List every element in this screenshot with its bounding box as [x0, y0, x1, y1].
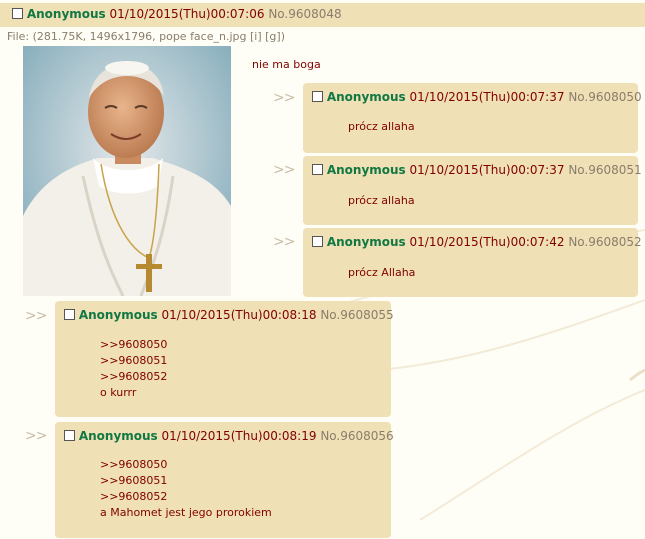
reply-arrow: >>	[273, 162, 295, 178]
op-image-thumbnail[interactable]	[23, 46, 231, 296]
reply-comment: >>9608050 >>9608051 >>9608052 o kurrr	[100, 337, 167, 401]
reply-poster-name: Anonymous	[326, 163, 406, 177]
reply-line: o kurrr	[100, 386, 137, 399]
reply-comment: prócz Allaha	[348, 265, 415, 281]
reply-poster-name: Anonymous	[326, 90, 406, 104]
reply-post-date: 01/10/2015(Thu)00:07:42	[409, 235, 565, 249]
quote-link[interactable]: >>9608052	[100, 489, 272, 505]
reply-comment: prócz allaha	[348, 119, 415, 135]
reply-line: prócz allaha	[348, 120, 415, 133]
reply-arrow: >>	[25, 308, 47, 324]
op-post-number[interactable]: No.9608048	[268, 7, 341, 21]
op-select-checkbox[interactable]	[12, 8, 23, 19]
op-comment: nie ma boga	[252, 58, 321, 71]
reply-header: Anonymous 01/10/2015(Thu)00:07:37 No.960…	[312, 90, 642, 104]
reply-line: prócz allaha	[348, 194, 415, 207]
reply-poster-name: Anonymous	[78, 429, 158, 443]
reply-select-checkbox[interactable]	[312, 236, 323, 247]
reply-arrow: >>	[25, 428, 47, 444]
file-link-g[interactable]: [g])	[265, 30, 285, 43]
reply-post: Anonymous 01/10/2015(Thu)00:07:42 No.960…	[303, 228, 642, 297]
reply-post: Anonymous 01/10/2015(Thu)00:07:37 No.960…	[303, 156, 642, 225]
reply-post-number[interactable]: No.9608050	[568, 90, 641, 104]
op-poster-name: Anonymous	[26, 7, 106, 21]
reply-arrow: >>	[273, 234, 295, 250]
quote-link[interactable]: >>9608051	[100, 353, 167, 369]
reply-post: Anonymous 01/10/2015(Thu)00:07:37 No.960…	[303, 83, 642, 153]
reply-select-checkbox[interactable]	[64, 309, 75, 320]
reply-comment: prócz allaha	[348, 193, 415, 209]
reply-select-checkbox[interactable]	[64, 430, 75, 441]
reply-post: Anonymous 01/10/2015(Thu)00:08:18 No.960…	[55, 301, 394, 417]
reply-post-date: 01/10/2015(Thu)00:07:37	[409, 163, 565, 177]
reply-poster-name: Anonymous	[78, 308, 158, 322]
reply-post-date: 01/10/2015(Thu)00:08:19	[161, 429, 317, 443]
reply-line: a Mahomet jest jego prorokiem	[100, 506, 272, 519]
file-link-i[interactable]: [i]	[250, 30, 262, 43]
reply-header: Anonymous 01/10/2015(Thu)00:07:37 No.960…	[312, 163, 642, 177]
reply-post-number[interactable]: No.9608051	[568, 163, 641, 177]
op-post-date: 01/10/2015(Thu)00:07:06	[109, 7, 265, 21]
reply-arrow: >>	[273, 90, 295, 106]
reply-poster-name: Anonymous	[326, 235, 406, 249]
quote-link[interactable]: >>9608050	[100, 337, 167, 353]
reply-header: Anonymous 01/10/2015(Thu)00:08:19 No.960…	[64, 429, 394, 443]
quote-link[interactable]: >>9608051	[100, 473, 272, 489]
reply-line: prócz Allaha	[348, 266, 416, 279]
reply-select-checkbox[interactable]	[312, 164, 323, 175]
reply-post-number[interactable]: No.9608056	[320, 429, 393, 443]
reply-select-checkbox[interactable]	[312, 91, 323, 102]
reply-post-number[interactable]: No.9608052	[568, 235, 641, 249]
reply-post-date: 01/10/2015(Thu)00:08:18	[161, 308, 317, 322]
reply-comment: >>9608050 >>9608051 >>9608052 a Mahomet …	[100, 457, 272, 521]
reply-post-date: 01/10/2015(Thu)00:07:37	[409, 90, 565, 104]
reply-header: Anonymous 01/10/2015(Thu)00:08:18 No.960…	[64, 308, 394, 322]
quote-link[interactable]: >>9608052	[100, 369, 167, 385]
reply-post: Anonymous 01/10/2015(Thu)00:08:19 No.960…	[55, 422, 394, 538]
quote-link[interactable]: >>9608050	[100, 457, 272, 473]
file-details: (281.75K, 1496x1796, pope face_n.jpg	[32, 30, 247, 43]
op-header: Anonymous 01/10/2015(Thu)00:07:06 No.960…	[12, 7, 342, 21]
file-label: File:	[7, 30, 30, 43]
op-file-info: File: (281.75K, 1496x1796, pope face_n.j…	[7, 30, 285, 43]
reply-header: Anonymous 01/10/2015(Thu)00:07:42 No.960…	[312, 235, 642, 249]
reply-post-number[interactable]: No.9608055	[320, 308, 393, 322]
